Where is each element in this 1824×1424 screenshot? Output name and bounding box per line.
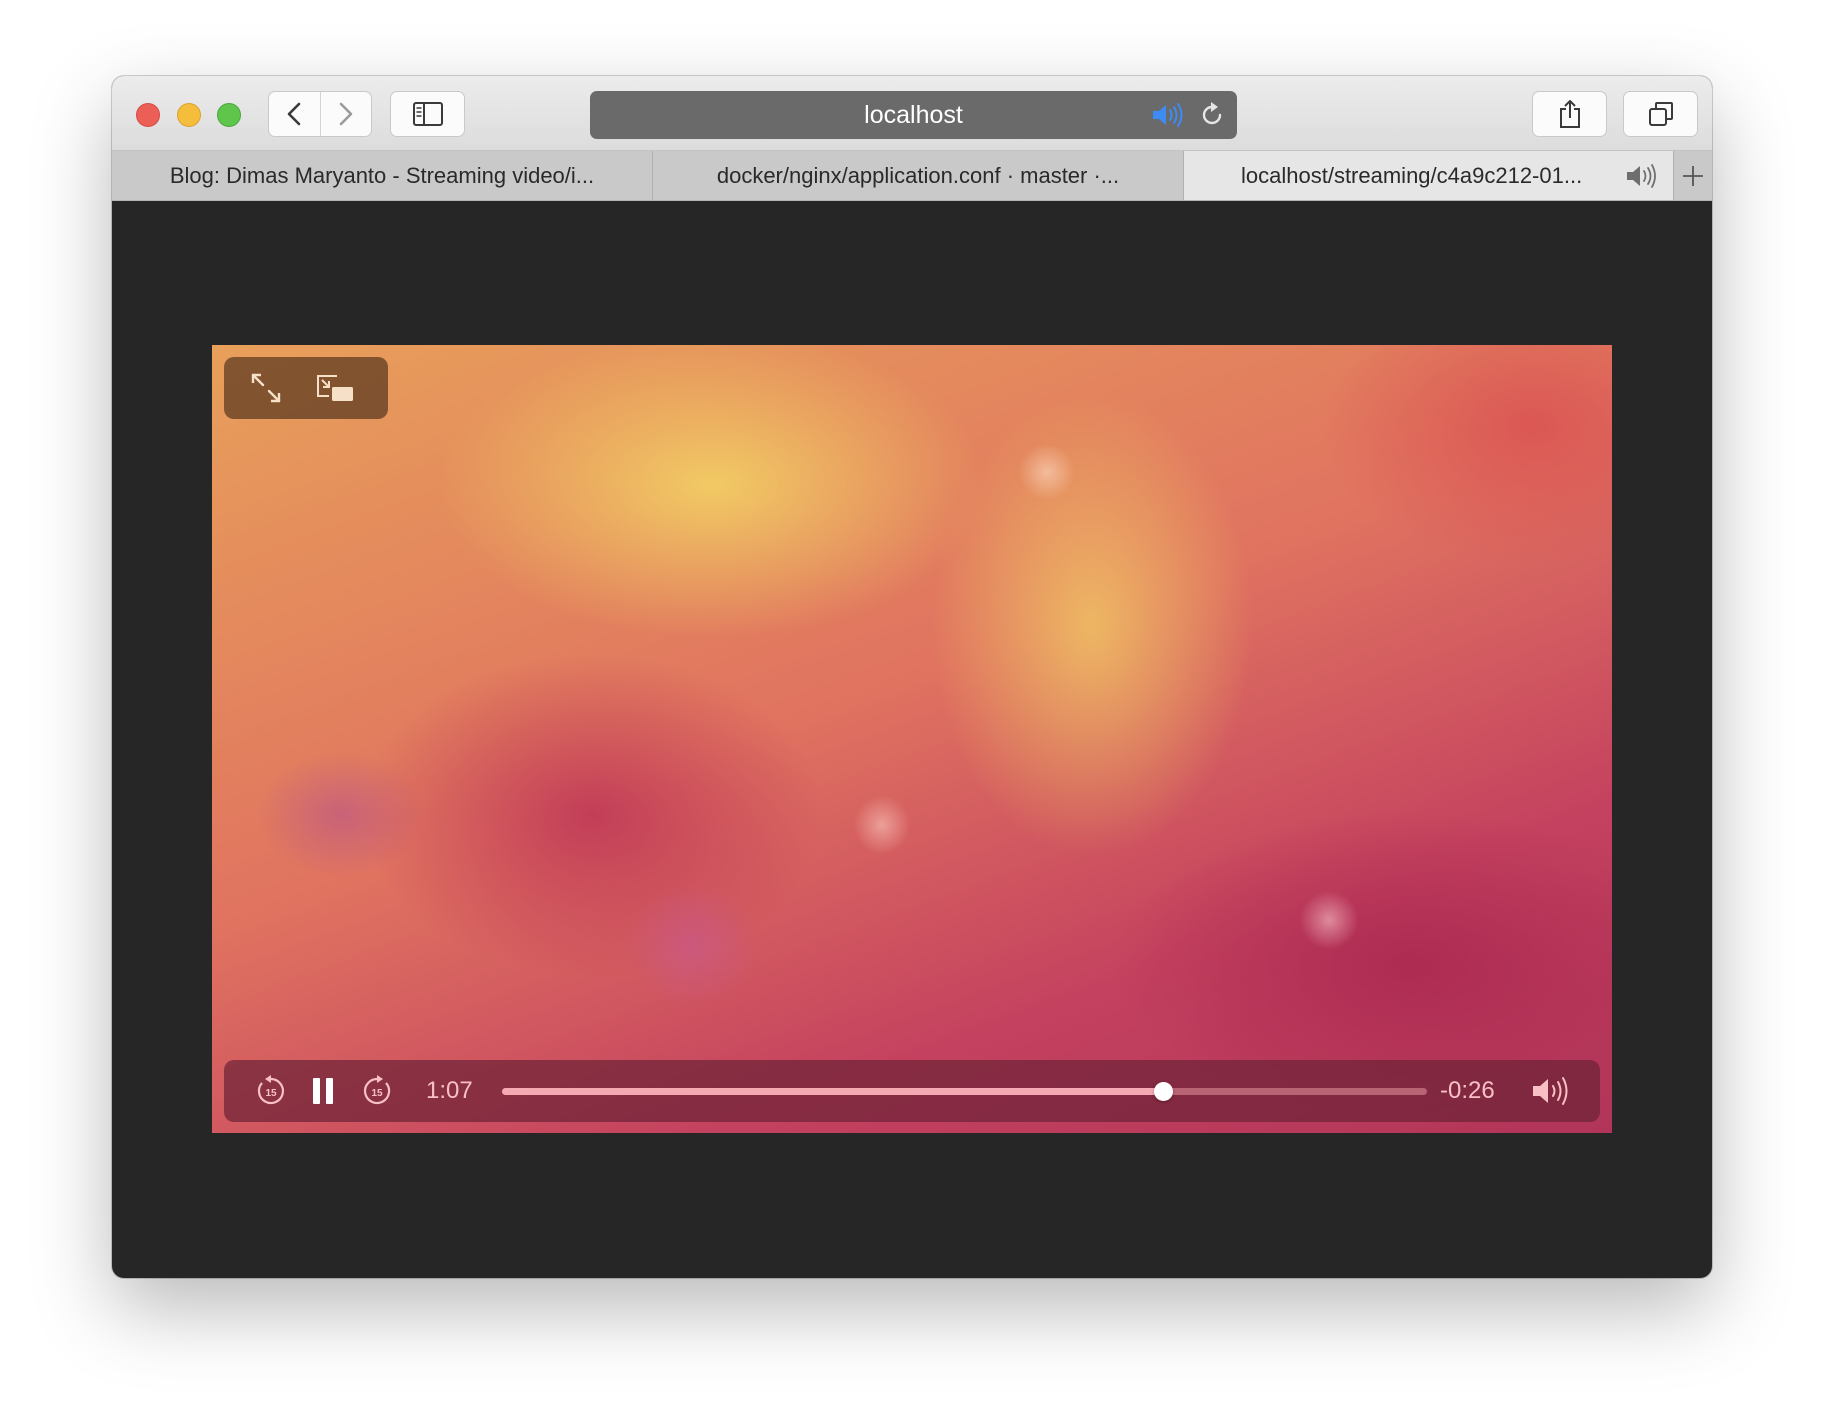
tab-blog[interactable]: Blog: Dimas Maryanto - Streaming video/i… xyxy=(112,151,653,200)
new-tab-button[interactable] xyxy=(1674,151,1712,200)
pause-button[interactable] xyxy=(308,1072,338,1110)
tabs-overview-icon xyxy=(1648,102,1673,126)
skip-back-label: 15 xyxy=(265,1088,277,1099)
picture-in-picture-button[interactable] xyxy=(314,371,356,405)
fullscreen-button[interactable] xyxy=(248,371,284,405)
tab-title: docker/nginx/application.conf · master ·… xyxy=(716,163,1120,188)
close-window-button[interactable] xyxy=(136,103,160,127)
navigation-buttons xyxy=(268,91,372,137)
toolbar: localhost xyxy=(112,76,1712,151)
sidebar-icon xyxy=(412,102,443,126)
forward-icon xyxy=(339,102,353,126)
fullscreen-icon xyxy=(251,373,281,403)
video-top-controls xyxy=(224,357,388,419)
skip-forward-label: 15 xyxy=(371,1088,383,1099)
tab-streaming[interactable]: localhost/streaming/c4a9c212-01... xyxy=(1184,151,1674,200)
share-button[interactable] xyxy=(1532,91,1607,137)
plus-icon xyxy=(1683,165,1703,186)
speaker-icon[interactable] xyxy=(1150,101,1186,129)
volume-button[interactable] xyxy=(1530,1072,1574,1110)
progress-knob[interactable] xyxy=(1154,1082,1174,1101)
progress-fill xyxy=(502,1088,1164,1095)
minimize-window-button[interactable] xyxy=(177,103,201,127)
skip-back-15-icon: 15 xyxy=(257,1075,284,1105)
browser-window: localhost Blog: Dimas Maryanto - Streami… xyxy=(112,76,1712,1278)
skip-forward-15-icon: 15 xyxy=(364,1075,391,1105)
address-bar[interactable]: localhost xyxy=(590,91,1237,139)
forward-button[interactable] xyxy=(319,92,372,136)
picture-in-picture-icon xyxy=(317,375,353,401)
share-icon xyxy=(1559,100,1580,128)
tab-title: localhost/streaming/c4a9c212-01... xyxy=(1241,163,1583,188)
tab-bar: Blog: Dimas Maryanto - Streaming video/i… xyxy=(112,151,1712,201)
remaining-time: -0:26 xyxy=(1440,1077,1495,1104)
tab-nginx-config[interactable]: docker/nginx/application.conf · master ·… xyxy=(653,151,1184,200)
reload-icon[interactable] xyxy=(1198,101,1226,129)
address-url[interactable]: localhost xyxy=(590,91,1237,139)
back-button[interactable] xyxy=(269,92,320,136)
skip-forward-button[interactable]: 15 xyxy=(360,1072,394,1110)
volume-icon xyxy=(1533,1077,1568,1105)
tab-speaker-icon[interactable] xyxy=(1625,163,1659,189)
video-control-bar: 15 15 1:07 -0:26 xyxy=(224,1060,1600,1122)
tabs-overview-button[interactable] xyxy=(1623,91,1698,137)
pause-icon xyxy=(313,1078,333,1104)
sidebar-button[interactable] xyxy=(390,91,465,137)
progress-slider[interactable] xyxy=(502,1082,1427,1101)
skip-back-button[interactable]: 15 xyxy=(254,1072,288,1110)
tab-title: Blog: Dimas Maryanto - Streaming video/i… xyxy=(169,163,595,188)
zoom-window-button[interactable] xyxy=(217,103,241,127)
elapsed-time: 1:07 xyxy=(426,1077,473,1104)
video-player[interactable]: 15 15 1:07 -0:26 xyxy=(212,345,1612,1133)
back-icon xyxy=(287,102,301,126)
